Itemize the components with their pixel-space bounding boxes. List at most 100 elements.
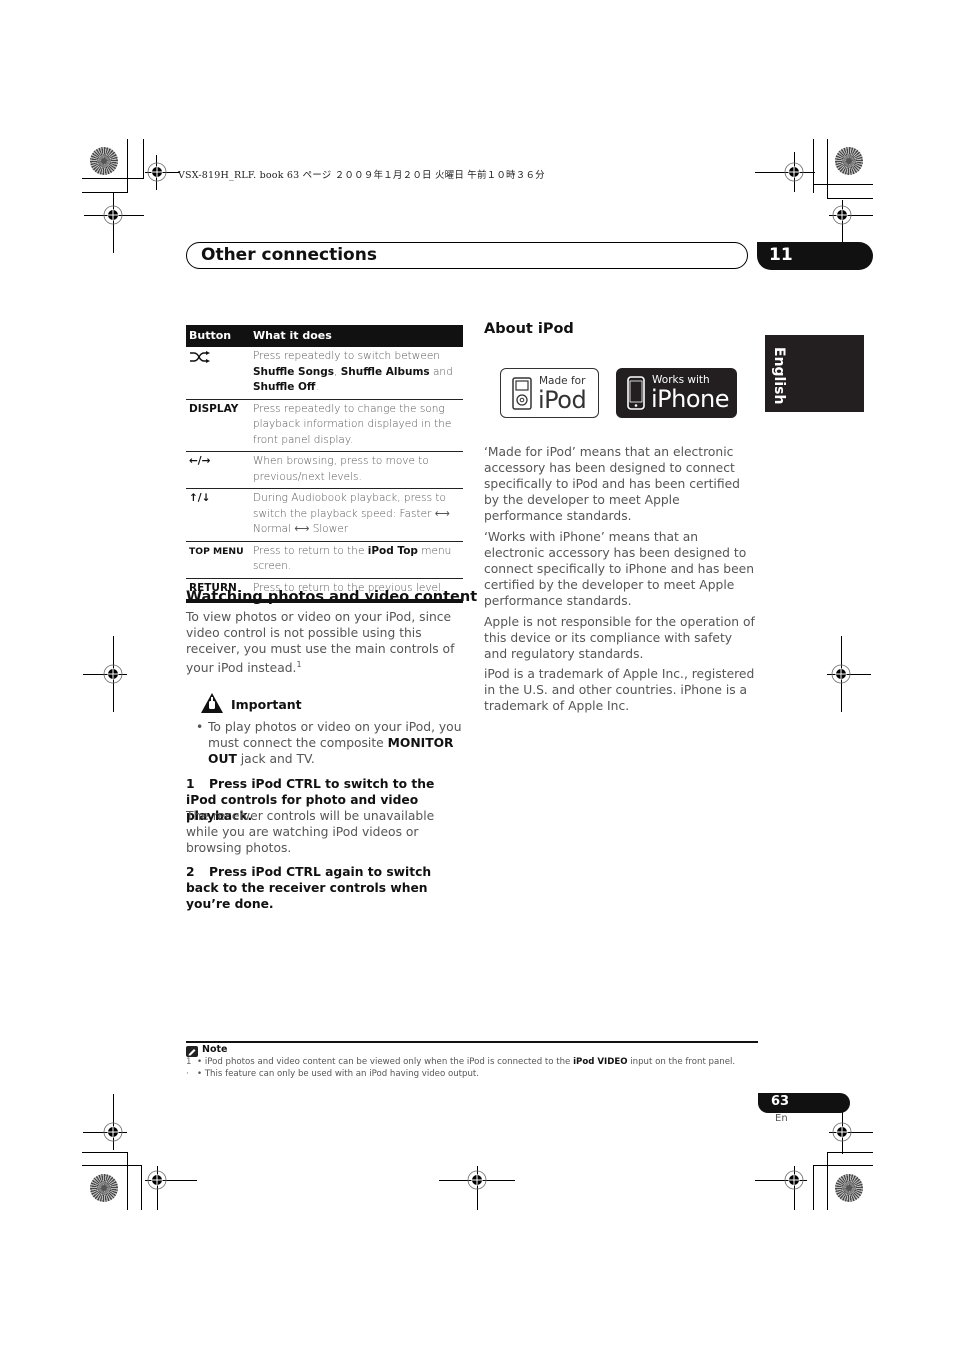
- section-heading-watching: Watching photos and video content: [186, 589, 478, 605]
- ipod-video-term: iPod VIDEO: [573, 1057, 628, 1067]
- shuffle-albums-term: Shuffle Albums: [340, 365, 430, 378]
- chapter-title: Other connections: [201, 245, 377, 265]
- button-cell: TOP MENU: [186, 541, 250, 579]
- note-text: iPod photos and video content can be vie…: [204, 1057, 574, 1067]
- up-down-arrows-icon: ↑/↓: [186, 488, 250, 542]
- ipod-device-icon: [512, 377, 532, 410]
- description-cell: During Audiobook playback, press to swit…: [250, 488, 463, 542]
- shuffle-icon: [190, 351, 210, 363]
- important-list: To play photos or video on your iPod, yo…: [196, 719, 466, 767]
- crop-line: [127, 1152, 128, 1210]
- table-row: TOP MENU Press to return to the iPod Top…: [186, 541, 463, 579]
- column-header-button: Button: [186, 325, 250, 347]
- description-text: ,: [334, 365, 341, 378]
- color-dial-icon: [835, 1174, 863, 1202]
- crop-line: [82, 1152, 128, 1153]
- button-cell: DISPLAY: [186, 399, 250, 452]
- note-number: ·: [186, 1069, 189, 1079]
- section-heading-about-ipod: About iPod: [484, 321, 574, 337]
- crop-line: [82, 178, 144, 179]
- button-function-table: Button What it does Press repeatedly to …: [186, 325, 463, 603]
- about-paragraph: ‘Works with iPhone’ means that an electr…: [484, 530, 755, 608]
- description-text: .: [315, 381, 319, 393]
- about-paragraph: iPod is a trademark of Apple Inc., regis…: [484, 667, 755, 713]
- footnote-ref[interactable]: 1: [296, 660, 301, 669]
- registration-mark-icon: [467, 1170, 487, 1190]
- left-right-arrows-icon: ←/→: [186, 451, 250, 489]
- page-number: 63: [771, 1094, 790, 1109]
- description-text: Press repeatedly to switch between: [253, 350, 440, 362]
- intro-text: To view photos or video on your iPod, si…: [186, 610, 455, 676]
- note-divider: [186, 1041, 758, 1043]
- crop-line: [813, 184, 873, 185]
- step-title: Press iPod CTRL again to switch back to …: [186, 865, 432, 911]
- table-row: ↑/↓ During Audiobook playback, press to …: [186, 488, 463, 542]
- chapter-header: Other connections: [186, 242, 748, 269]
- description-cell: Press to return to the iPod Top menu scr…: [250, 541, 463, 579]
- description-text: and: [429, 365, 453, 378]
- registration-mark-icon: [832, 205, 852, 225]
- note-number: 1: [186, 1057, 192, 1067]
- registration-mark-icon: [784, 162, 804, 182]
- step-number: 2: [186, 865, 195, 879]
- chapter-number: 11: [769, 245, 793, 265]
- bullet-text: jack and TV.: [236, 752, 315, 766]
- registration-mark-icon: [831, 664, 851, 684]
- ipod-top-term: iPod Top: [367, 544, 418, 557]
- registration-mark-icon: [103, 1122, 123, 1142]
- page-number-badge: 63: [758, 1093, 850, 1113]
- print-slug: VSX-819H_RLF. book 63 ページ ２００９年１月２０日 火曜日…: [178, 170, 545, 181]
- note-label: Note: [202, 1044, 228, 1055]
- description-cell: Press repeatedly to switch between Shuff…: [250, 347, 463, 400]
- crop-line: [127, 139, 128, 193]
- column-header-what-it-does: What it does: [250, 325, 463, 347]
- note-item: · • This feature can only be used with an…: [186, 1069, 480, 1079]
- works-with-iphone-logo: Works with iPhone: [616, 368, 737, 418]
- crop-line: [827, 1152, 873, 1153]
- shuffle-songs-term: Shuffle Songs: [253, 365, 335, 378]
- step-1-body: The receiver controls will be unavailabl…: [186, 809, 435, 855]
- description-text: Press to return to the: [253, 544, 368, 557]
- shuffle-off-term: Shuffle Off: [253, 381, 316, 393]
- registration-mark-icon: [784, 1170, 804, 1190]
- crop-line: [813, 1165, 873, 1166]
- table-row: DISPLAY Press repeatedly to change the s…: [186, 399, 463, 452]
- list-item: To play photos or video on your iPod, yo…: [196, 719, 466, 767]
- color-dial-icon: [90, 147, 118, 175]
- page-language: En: [775, 1113, 788, 1124]
- registration-mark-icon: [147, 1170, 167, 1190]
- crop-line: [827, 139, 828, 199]
- note-text: This feature can only be used with an iP…: [204, 1069, 480, 1079]
- important-label: Important: [231, 697, 302, 712]
- crop-line: [143, 139, 144, 179]
- color-dial-icon: [90, 1174, 118, 1202]
- crop-line: [141, 1165, 142, 1210]
- registration-mark-icon: [103, 205, 123, 225]
- about-paragraph: ‘Made for iPod’ means that an electronic…: [484, 445, 740, 523]
- iphone-device-icon: [627, 376, 645, 410]
- crop-line: [827, 198, 873, 199]
- crop-line: [82, 1165, 142, 1166]
- watching-intro: To view photos or video on your iPod, si…: [186, 609, 466, 676]
- table-row: ←/→ When browsing, press to move to prev…: [186, 451, 463, 489]
- logo-big-text: iPod: [538, 386, 587, 414]
- crop-line: [827, 1152, 828, 1210]
- step-number: 1: [186, 777, 195, 791]
- description-cell: When browsing, press to move to previous…: [250, 451, 463, 489]
- description-cell: Press repeatedly to change the song play…: [250, 399, 463, 452]
- important-hand-icon: [201, 693, 223, 713]
- color-dial-icon: [835, 147, 863, 175]
- table-header-row: Button What it does: [186, 325, 463, 347]
- crop-line: [82, 192, 128, 193]
- crop-line: [813, 1165, 814, 1210]
- language-tab: English: [765, 335, 864, 412]
- registration-mark-icon: [832, 1122, 852, 1142]
- made-for-ipod-logo: Made for iPod: [500, 368, 599, 418]
- table-row: Press repeatedly to switch between Shuff…: [186, 347, 463, 400]
- language-label: English: [771, 347, 787, 405]
- registration-mark-icon: [147, 162, 167, 182]
- logo-big-text: iPhone: [651, 385, 730, 413]
- about-paragraph: Apple is not responsible for the operati…: [484, 615, 755, 661]
- note-pencil-icon: [186, 1046, 198, 1057]
- registration-mark-icon: [103, 664, 123, 684]
